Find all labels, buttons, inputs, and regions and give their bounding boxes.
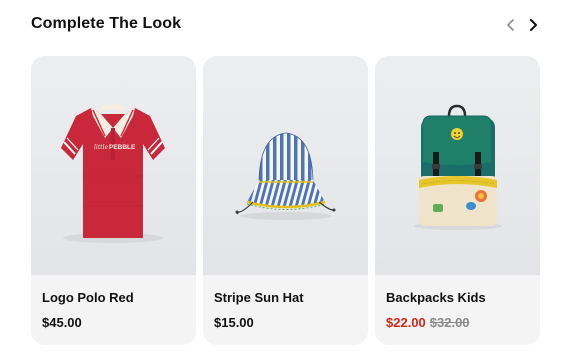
carousel-next-button[interactable] bbox=[524, 16, 542, 34]
striped-bucket-hat-image bbox=[203, 56, 368, 275]
section-header: Complete The Look bbox=[31, 14, 546, 38]
product-price: $15.00 bbox=[214, 315, 254, 330]
section-title: Complete The Look bbox=[31, 15, 182, 32]
product-name[interactable]: Backpacks Kids bbox=[386, 290, 486, 305]
original-price: $32.00 bbox=[429, 315, 470, 330]
product-image[interactable] bbox=[203, 56, 368, 275]
svg-text:little: little bbox=[94, 144, 109, 151]
sale-price: $22.00 bbox=[386, 315, 426, 330]
product-card-stripe-sun-hat[interactable]: Stripe Sun Hat $15.00 bbox=[203, 56, 368, 345]
chevron-right-icon bbox=[530, 19, 537, 31]
product-name[interactable]: Stripe Sun Hat bbox=[214, 290, 304, 305]
price-row: $15.00 bbox=[214, 315, 254, 330]
product-price: $45.00 bbox=[42, 315, 82, 330]
product-info: Backpacks Kids $22.00 $32.00 bbox=[375, 275, 540, 345]
product-info: Logo Polo Red $45.00 bbox=[31, 275, 196, 345]
green-backpack-image bbox=[375, 56, 540, 275]
product-name[interactable]: Logo Polo Red bbox=[42, 290, 134, 305]
product-image[interactable]: little PEBBLE bbox=[31, 56, 196, 275]
carousel-prev-button[interactable] bbox=[502, 16, 520, 34]
product-card-logo-polo-red[interactable]: little PEBBLE Logo Polo Red $45.00 bbox=[31, 56, 196, 345]
product-card-backpacks-kids[interactable]: Backpacks Kids $22.00 $32.00 bbox=[375, 56, 540, 345]
chevron-left-icon bbox=[507, 19, 514, 31]
price-row: $22.00 $32.00 bbox=[386, 315, 470, 330]
price-row: $45.00 bbox=[42, 315, 82, 330]
product-image[interactable] bbox=[375, 56, 540, 275]
red-polo-shirt-image: little PEBBLE bbox=[31, 56, 196, 275]
svg-text:PEBBLE: PEBBLE bbox=[109, 144, 136, 151]
product-info: Stripe Sun Hat $15.00 bbox=[203, 275, 368, 345]
